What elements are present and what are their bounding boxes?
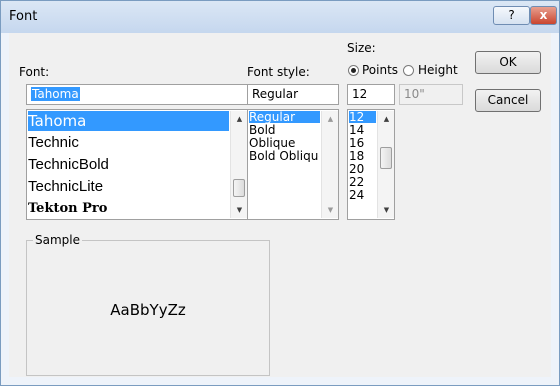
list-item-font[interactable]: TechnicLite [28, 176, 103, 197]
font-name-value: Tahoma [31, 87, 80, 101]
list-item-font[interactable]: TechnicBold [28, 154, 109, 175]
font-style-list[interactable]: Regular Bold Oblique Bold Oblique ▲ ▼ [247, 109, 339, 220]
size-list[interactable]: 12 14 16 18 20 22 24 ▲ ▼ [347, 109, 395, 220]
scroll-down-icon[interactable]: ▼ [231, 202, 247, 218]
list-item-style[interactable]: Regular [249, 111, 320, 123]
size-input[interactable]: 12 [347, 84, 395, 105]
list-item-style[interactable]: Bold Oblique [249, 150, 319, 162]
list-item-font[interactable]: Tahoma [28, 111, 229, 131]
list-item-size[interactable]: 12 [349, 111, 376, 123]
list-item-size[interactable]: 16 [349, 137, 364, 149]
font-style-input[interactable]: Regular [247, 84, 339, 105]
style-list-scrollbar[interactable]: ▲ ▼ [321, 111, 338, 218]
list-item-size[interactable]: 20 [349, 163, 364, 175]
height-input[interactable]: 10" [399, 84, 463, 105]
height-radio[interactable] [403, 65, 414, 76]
scroll-up-icon[interactable]: ▲ [378, 111, 394, 127]
cancel-button[interactable]: Cancel [475, 89, 541, 112]
scroll-up-icon[interactable]: ▲ [231, 111, 247, 127]
scroll-thumb[interactable] [380, 147, 392, 169]
ok-button[interactable]: OK [475, 51, 541, 74]
help-button[interactable]: ? [493, 6, 530, 25]
radio-dot [351, 68, 356, 73]
points-label[interactable]: Points [362, 63, 398, 77]
font-name-input[interactable]: Tahoma [26, 84, 248, 105]
size-label: Size: [347, 41, 376, 55]
list-item-style[interactable]: Oblique [249, 137, 295, 149]
font-list[interactable]: Tahoma Technic TechnicBold TechnicLite T… [26, 109, 248, 220]
font-list-scrollbar[interactable]: ▲ ▼ [230, 111, 247, 218]
list-item-size[interactable]: 24 [349, 189, 364, 201]
list-item-size[interactable]: 22 [349, 176, 364, 188]
scroll-up-icon[interactable]: ▲ [322, 111, 338, 127]
sample-legend: Sample [33, 233, 82, 247]
close-icon: x [539, 8, 548, 22]
scroll-down-icon[interactable]: ▼ [378, 202, 394, 218]
list-item-font[interactable]: Tekton Pro [28, 198, 107, 219]
points-radio[interactable] [348, 65, 359, 76]
list-item-style[interactable]: Bold [249, 124, 276, 136]
font-label: Font: [19, 65, 50, 79]
window-title: Font [9, 9, 38, 24]
title-bar: Font ? x [1, 1, 559, 33]
sample-group: Sample AaBbYyZz [26, 233, 270, 376]
font-dialog: Font ? x Font: Tahoma Tahoma Technic Tec… [0, 0, 560, 386]
size-list-scrollbar[interactable]: ▲ ▼ [377, 111, 394, 218]
list-item-size[interactable]: 14 [349, 124, 364, 136]
dialog-body: Font: Tahoma Tahoma Technic TechnicBold … [9, 33, 551, 377]
scroll-thumb[interactable] [233, 179, 245, 197]
help-icon: ? [508, 8, 515, 22]
font-style-label: Font style: [247, 65, 310, 79]
sample-preview-text: AaBbYyZz [110, 301, 186, 319]
list-item-font[interactable]: Technic [28, 132, 79, 153]
list-item-size[interactable]: 18 [349, 150, 364, 162]
close-button[interactable]: x [530, 6, 557, 25]
height-label[interactable]: Height [418, 63, 458, 77]
scroll-down-icon[interactable]: ▼ [322, 202, 338, 218]
